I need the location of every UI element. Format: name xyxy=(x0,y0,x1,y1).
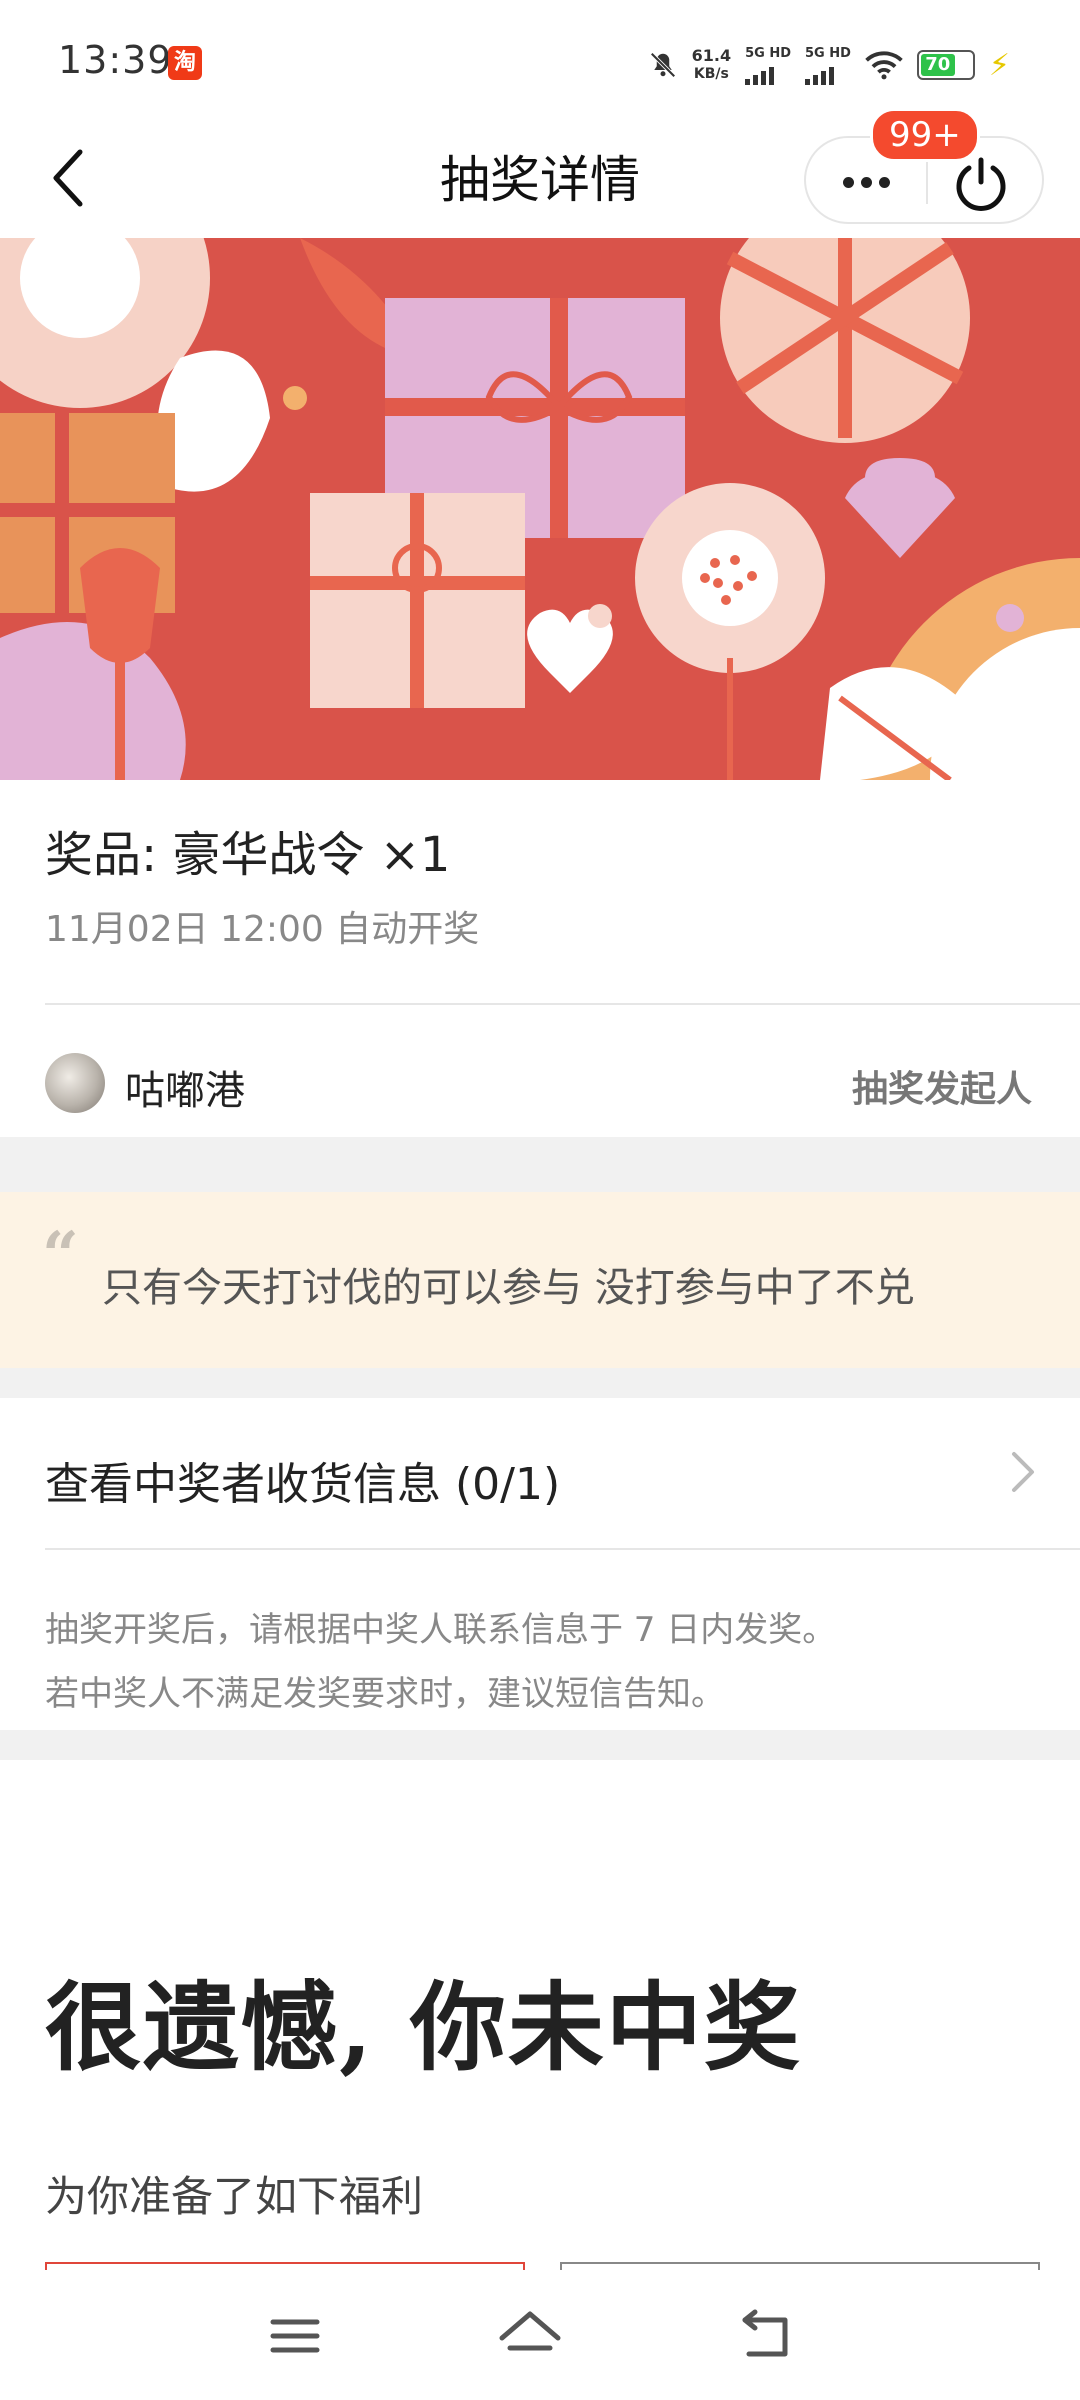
section-gap xyxy=(0,1137,1080,1192)
taobao-app-icon: 淘 xyxy=(168,46,202,80)
battery-level: 70 xyxy=(920,54,955,76)
section-gap xyxy=(0,1368,1080,1398)
menu-icon[interactable] xyxy=(245,2296,345,2376)
avatar[interactable] xyxy=(45,1053,105,1113)
draw-time: 11月02日 12:00 自动开奖 xyxy=(45,909,480,950)
divider xyxy=(45,1548,1080,1550)
net-speed: 61.4 KB/s xyxy=(691,46,732,83)
system-nav-bar xyxy=(0,2270,1080,2400)
winner-info-label: 查看中奖者收货信息 (0/1) xyxy=(45,1459,561,1510)
winner-info-row[interactable]: 查看中奖者收货信息 (0/1) xyxy=(0,1398,1080,1548)
delivery-note: 抽奖开奖后，请根据中奖人联系信息于 7 日内发奖。 若中奖人不满足发奖要求时，建… xyxy=(45,1598,836,1726)
section-gap xyxy=(0,1730,1080,1760)
home-icon[interactable] xyxy=(480,2296,580,2376)
prize-title: 奖品: 豪华战令 ×1 xyxy=(45,827,451,883)
capsule-divider xyxy=(926,158,928,204)
signal-icon: 5G HD xyxy=(805,45,851,85)
wifi-icon xyxy=(865,51,903,80)
status-icons: 61.4 KB/s 5G HD 5G HD 70 ⚡ xyxy=(648,40,1010,90)
host-name[interactable]: 咕嘟港 xyxy=(125,1058,245,1116)
host-role-label: 抽奖发起人 xyxy=(851,1069,1032,1110)
status-time: 13:39 xyxy=(58,38,173,82)
prize-banner-image xyxy=(0,238,1080,780)
quote-icon: “ xyxy=(42,1218,79,1293)
status-bar: 13:39 淘 61.4 KB/s 5G HD 5G HD 70 ⚡ xyxy=(0,0,1080,120)
mute-bell-icon xyxy=(650,52,676,78)
signal-icon: 5G HD xyxy=(745,45,791,85)
welfare-label: 为你准备了如下福利 xyxy=(45,2172,424,2221)
charging-icon: ⚡ xyxy=(988,47,1010,83)
back-icon[interactable] xyxy=(715,2296,815,2376)
delivery-note-line2: 若中奖人不满足发奖要求时，建议短信告知。 xyxy=(45,1674,725,1714)
delivery-note-line1: 抽奖开奖后，请根据中奖人联系信息于 7 日内发奖。 xyxy=(45,1610,837,1650)
battery-icon: 70 xyxy=(916,50,975,80)
more-icon[interactable] xyxy=(826,154,906,210)
notification-badge: 99+ xyxy=(870,108,980,162)
chevron-right-icon xyxy=(1012,1452,1034,1492)
host-message: 只有今天打讨伐的可以参与 没打参与中了不兑 xyxy=(102,1265,915,1311)
divider xyxy=(45,1003,1080,1005)
result-title: 很遗憾, 你未中奖 xyxy=(45,1971,802,2084)
